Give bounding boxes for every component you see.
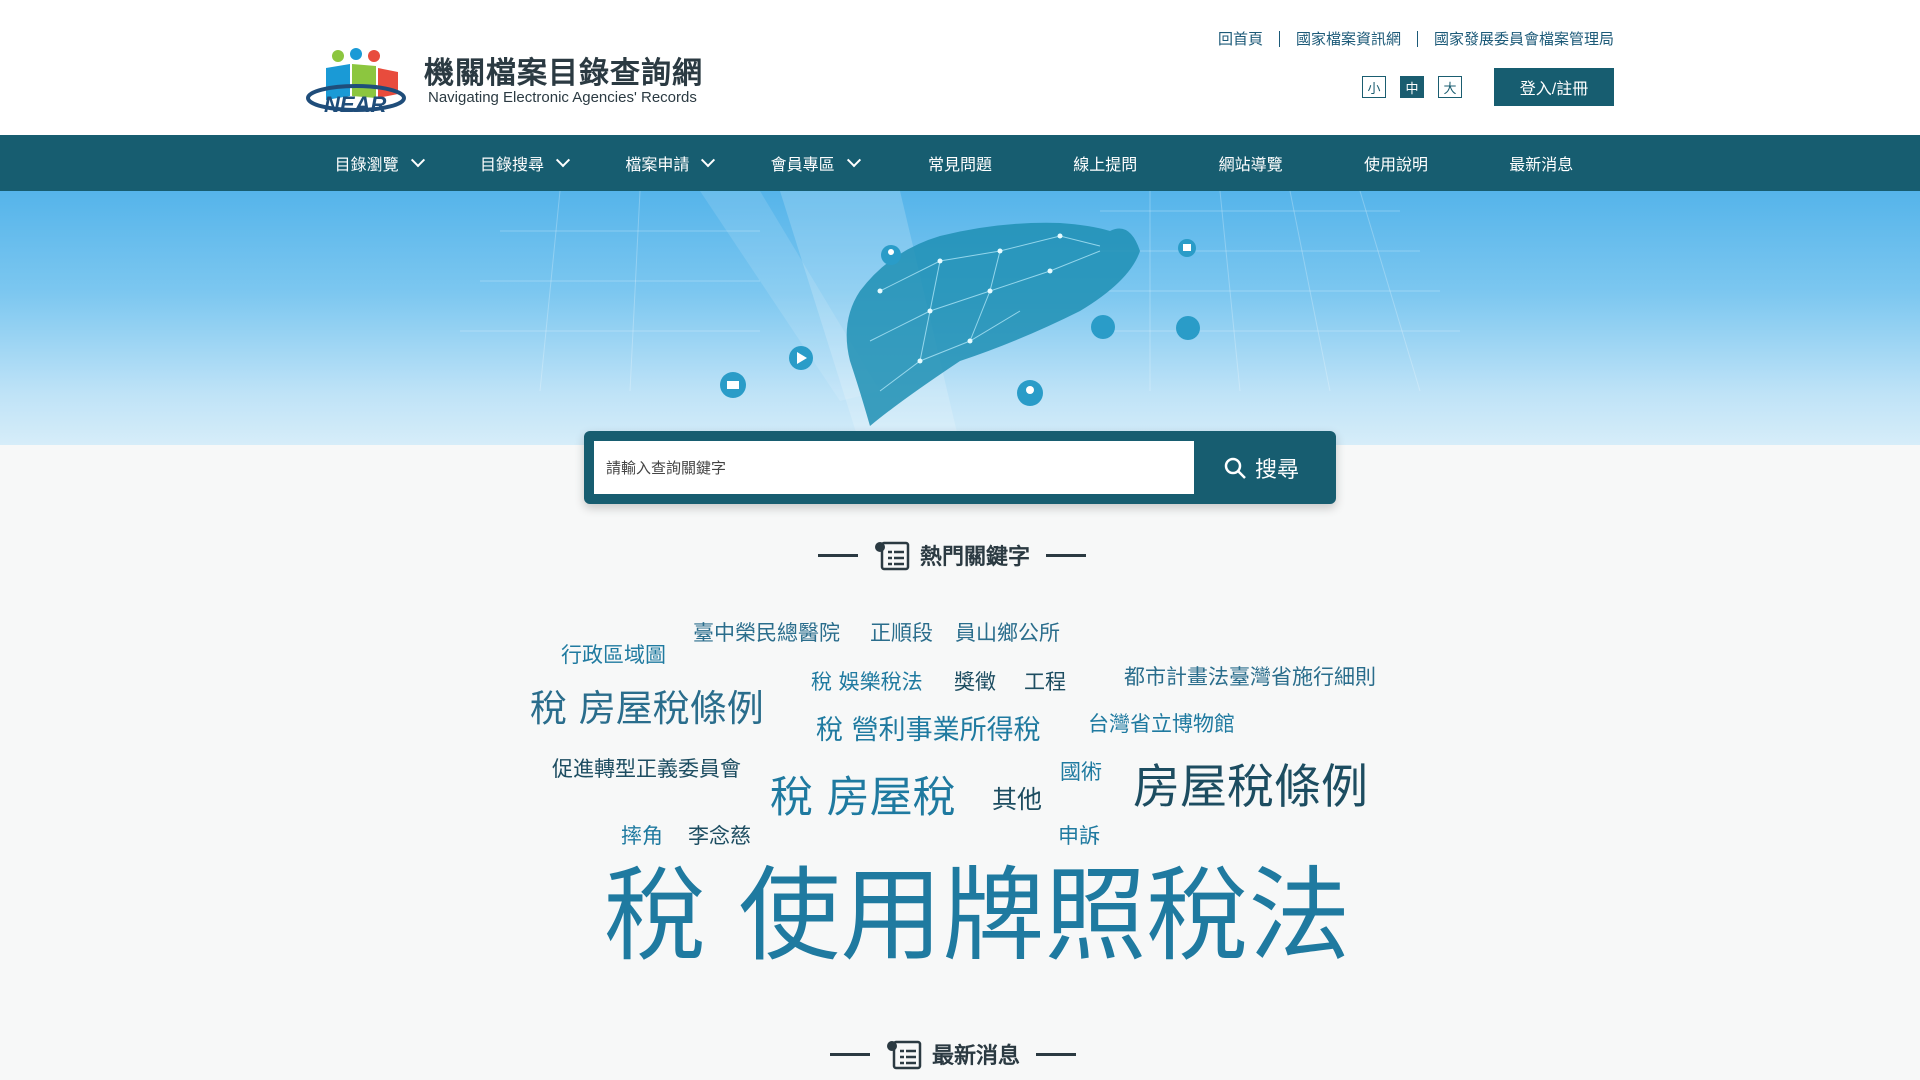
nav-item-member-area[interactable]: 會員專區 [742,135,887,191]
nav-item-label: 常見問題 [927,155,992,174]
nav-item-catalog-search[interactable]: 目錄搜尋 [451,135,596,191]
keyword-link[interactable]: 工程 [1024,672,1066,693]
home-link[interactable]: 回首頁 [1218,28,1263,49]
play-icon [789,346,813,370]
person-icon [1017,380,1043,406]
nav-item-file-application[interactable]: 檔案申請 [597,135,742,191]
nav-item-site-map[interactable]: 網站導覽 [1178,135,1323,191]
main-nav: 目錄瀏覽 目錄搜尋 檔案申請 會員專區 常見問題 線上提問 網站導覽 使用說明 … [0,135,1920,191]
keyword-link[interactable]: 稅 房屋稅條例 [530,690,764,727]
heading-line [818,553,858,557]
scroll-list-icon [887,1040,922,1070]
search-button-label: 搜尋 [1254,456,1299,482]
user-icon [881,245,901,265]
nav-item-label: 目錄瀏覽 [334,155,399,174]
nav-item-catalog-browse[interactable]: 目錄瀏覽 [306,135,451,191]
nav-item-label: 會員專區 [770,155,835,174]
chevron-down-icon [846,153,861,168]
nav-item-label: 最新消息 [1509,155,1574,174]
hot-keywords-title: 熱門關鍵字 [920,545,1031,570]
nav-item-label: 使用說明 [1363,155,1428,174]
search-icon [1224,457,1246,479]
keyword-link[interactable]: 摔角 [621,826,663,847]
login-register-button[interactable]: 登入/註冊 [1494,68,1614,106]
keyword-link[interactable]: 都市計畫法臺灣省施行細則 [1124,667,1376,688]
nav-item-online-question[interactable]: 線上提問 [1033,135,1178,191]
search-input[interactable] [594,441,1194,494]
nav-item-label: 網站導覽 [1218,155,1283,174]
taiwan-network-illustration [460,191,1460,445]
heading-line [1046,553,1087,557]
keyword-link[interactable]: 台灣省立博物館 [1088,714,1235,735]
chevron-down-icon [555,153,571,168]
site-title: 機關檔案目錄查詢網 [424,56,703,91]
scroll-list-icon [875,541,910,571]
heading-line [830,1052,870,1056]
keyword-link[interactable]: 稅 娛樂稅法 [811,672,923,693]
site-header: NEAR 機關檔案目錄查詢網 Navigating Electronic Age… [0,0,1920,135]
keyword-link[interactable]: 獎徵 [954,672,996,693]
chevron-down-icon [410,153,425,168]
document-icon [1178,239,1196,257]
font-size-medium-button[interactable]: 中 [1400,76,1424,98]
search-bar: 搜尋 [584,431,1336,504]
keyword-link[interactable]: 行政區域圖 [561,645,666,666]
clipboard-icon [1176,316,1200,340]
chevron-down-icon [701,153,716,168]
link-divider [1278,30,1280,47]
utility-links: 回首頁 國家檔案資訊網 國家發展委員會檔案管理局 [1218,28,1614,49]
keyword-link[interactable]: 申訴 [1058,826,1100,847]
keyword-link[interactable]: 其他 [992,787,1042,812]
keyword-link[interactable]: 員山鄉公所 [955,623,1060,644]
nav-item-label: 檔案申請 [625,155,690,174]
font-size-small-button[interactable]: 小 [1362,76,1386,98]
keyword-link[interactable]: 促進轉型正義委員會 [552,759,741,780]
keyword-link[interactable]: 稅 使用牌照稅法 [604,866,1350,968]
keyword-link[interactable]: 稅 房屋稅 [770,777,956,820]
hero-banner [0,191,1920,445]
keyword-link[interactable]: 國術 [1060,762,1102,783]
folder-icon [720,372,746,398]
svg-text:NEAR: NEAR [324,92,386,117]
nav-item-label: 線上提問 [1073,155,1138,174]
search-button[interactable]: 搜尋 [1196,441,1326,494]
link-divider [1416,30,1418,47]
archives-bureau-link[interactable]: 國家發展委員會檔案管理局 [1434,28,1614,49]
keyword-link[interactable]: 稅 營利事業所得稅 [816,717,1041,744]
site-subtitle: Navigating Electronic Agencies' Records [428,89,697,106]
near-logo-icon: NEAR [306,48,406,117]
latest-news-title: 最新消息 [932,1044,1021,1069]
attachment-icon [1091,315,1115,339]
nav-item-label: 目錄搜尋 [479,155,544,174]
hot-keywords-heading: 熱門關鍵字 [818,539,1087,571]
font-size-large-button[interactable]: 大 [1438,76,1462,98]
site-logo[interactable]: NEAR 機關檔案目錄查詢網 Navigating Electronic Age… [306,46,706,118]
nav-item-faq[interactable]: 常見問題 [887,135,1032,191]
national-archives-link[interactable]: 國家檔案資訊網 [1296,28,1401,49]
heading-line [1036,1052,1077,1056]
nav-item-user-guide[interactable]: 使用說明 [1323,135,1468,191]
latest-news-heading: 最新消息 [830,1038,1077,1070]
keyword-link[interactable]: 正順段 [870,623,933,644]
nav-item-latest-news[interactable]: 最新消息 [1469,135,1614,191]
font-size-switcher: 小 中 大 [1362,76,1462,98]
keyword-link[interactable]: 李念慈 [688,826,751,847]
keyword-link[interactable]: 臺中榮民總醫院 [693,623,840,644]
keyword-link[interactable]: 房屋稅條例 [1133,764,1368,811]
